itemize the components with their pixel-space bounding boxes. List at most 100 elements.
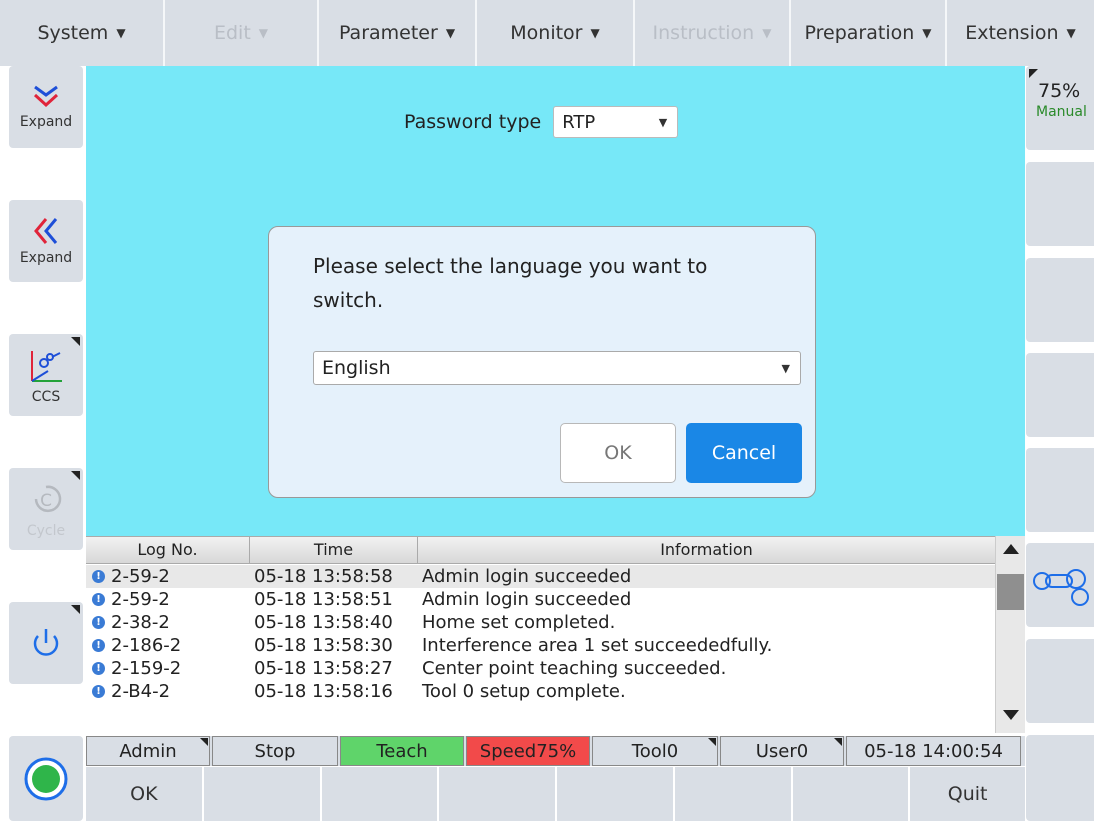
bottom-button-6[interactable] [674, 767, 791, 821]
status-mode: Teach [340, 736, 464, 766]
status-speed-text: Speed75% [479, 740, 577, 762]
info-icon: ! [92, 593, 105, 606]
bottom-button-bar: OK Quit [86, 767, 1025, 821]
log-row[interactable]: ! 2-186-2 05-18 13:58:30 Interference are… [86, 634, 995, 657]
log-header: Log No. Time Information [86, 536, 995, 564]
scroll-up-icon[interactable] [1003, 544, 1019, 554]
cycle-icon: C [34, 485, 62, 513]
log-info: Home set completed. [422, 612, 616, 633]
menu-parameter-label: Parameter [338, 22, 438, 44]
log-row[interactable]: ! 2-59-2 05-18 13:58:51 Admin login succe… [86, 588, 995, 611]
status-tool-text: Tool0 [631, 740, 679, 762]
bottom-quit-button[interactable]: Quit [910, 767, 1025, 821]
status-user[interactable]: Admin [86, 736, 210, 766]
info-icon: ! [92, 662, 105, 675]
chevron-down-icon: ▼ [781, 361, 790, 375]
menu-monitor[interactable]: Monitor ▼ [477, 0, 635, 66]
menu-parameter[interactable]: Parameter ▼ [319, 0, 477, 66]
status-user-frame[interactable]: User0 [720, 736, 844, 766]
right-button-3[interactable] [1026, 258, 1094, 342]
corner-marker-icon [71, 605, 80, 614]
dialog-message: Please select the language you want to s… [313, 254, 708, 312]
right-button-7[interactable] [1026, 639, 1094, 723]
log-row[interactable]: ! 2-159-2 05-18 13:58:27 Center point tea… [86, 657, 995, 680]
menu-instruction[interactable]: Instruction ▼ [635, 0, 791, 66]
status-speed: Speed75% [466, 736, 590, 766]
log-row[interactable]: ! 2-B4-2 05-18 13:58:16 Tool 0 setup comp… [86, 680, 995, 703]
menu-preparation[interactable]: Preparation ▼ [791, 0, 947, 66]
log-info: Admin login succeeded [422, 566, 632, 587]
status-mode-text: Teach [376, 740, 428, 762]
log-rows: ! 2-59-2 05-18 13:58:58 Admin login succe… [86, 565, 995, 733]
expand-left-label: Expand [19, 250, 73, 266]
log-no: 2-59-2 [111, 566, 170, 587]
expand-down-button[interactable]: Expand [9, 66, 83, 148]
log-no: 2-B4-2 [111, 681, 171, 702]
chevron-down-icon: ▼ [1066, 26, 1076, 40]
status-state-text: Stop [254, 740, 296, 762]
status-bar: Admin Stop Teach Speed75% Tool0 User0 05… [86, 736, 1025, 766]
status-user-frame-text: User0 [755, 740, 809, 762]
log-scrollbar[interactable] [995, 536, 1025, 733]
status-tool[interactable]: Tool0 [592, 736, 718, 766]
bottom-button-2[interactable] [203, 767, 320, 821]
robot-view-button[interactable] [1026, 543, 1094, 627]
bottom-ok-button[interactable]: OK [86, 767, 202, 821]
menu-edit[interactable]: Edit ▼ [165, 0, 319, 66]
cycle-button[interactable]: C Cycle [9, 468, 83, 550]
bottom-button-4[interactable] [439, 767, 555, 821]
language-select-value: English [322, 357, 391, 379]
expand-left-button[interactable]: Expand [9, 200, 83, 282]
right-sidebar: 75% Manual [1025, 66, 1094, 821]
info-icon: ! [92, 570, 105, 583]
log-header-time[interactable]: Time [250, 537, 418, 563]
log-info: Tool 0 setup complete. [422, 681, 626, 702]
speed-mode-button[interactable]: 75% Manual [1026, 66, 1094, 150]
right-button-8[interactable] [1026, 735, 1094, 821]
status-state: Stop [212, 736, 338, 766]
right-button-5[interactable] [1026, 448, 1094, 532]
menu-edit-label: Edit [213, 22, 251, 44]
log-row[interactable]: ! 2-59-2 05-18 13:58:58 Admin login succe… [86, 565, 995, 588]
chevron-down-icon: ▼ [658, 115, 668, 129]
log-info: Interference area 1 set succeededfully. [422, 635, 773, 656]
corner-marker-icon [708, 738, 716, 746]
info-icon: ! [92, 616, 105, 629]
power-button[interactable] [9, 602, 83, 684]
log-header-no[interactable]: Log No. [86, 537, 250, 563]
log-no: 2-159-2 [111, 658, 182, 679]
double-chevron-down-icon [33, 85, 59, 108]
menu-monitor-label: Monitor [510, 22, 583, 44]
right-button-4[interactable] [1026, 353, 1094, 437]
language-select[interactable]: English ▼ [313, 351, 801, 385]
scroll-down-icon[interactable] [1003, 710, 1019, 720]
log-no: 2-59-2 [111, 589, 170, 610]
log-no: 2-38-2 [111, 612, 170, 633]
cycle-label: Cycle [26, 523, 66, 539]
password-type-row: Password type RTP ▼ [404, 106, 679, 138]
right-button-2[interactable] [1026, 162, 1094, 246]
log-row[interactable]: ! 2-38-2 05-18 13:58:40 Home set complete… [86, 611, 995, 634]
corner-marker-icon [834, 738, 842, 746]
password-type-select[interactable]: RTP ▼ [553, 106, 679, 138]
menu-system-label: System [37, 22, 109, 44]
scroll-thumb[interactable] [997, 574, 1024, 610]
chevron-down-icon: ▼ [445, 26, 456, 40]
corner-marker-icon [71, 471, 80, 480]
dialog-cancel-button[interactable]: Cancel [686, 423, 802, 483]
menu-extension[interactable]: Extension ▼ [947, 0, 1094, 66]
chevron-down-icon: ▼ [922, 26, 932, 40]
ccs-button[interactable]: CCS [9, 334, 83, 416]
bottom-button-5[interactable] [557, 767, 673, 821]
password-type-label: Password type [404, 111, 542, 133]
corner-marker-icon [71, 337, 80, 346]
speed-percent: 75% [1038, 80, 1081, 102]
log-header-info[interactable]: Information [418, 537, 995, 563]
bottom-button-3[interactable] [321, 767, 438, 821]
servo-status-button[interactable] [9, 736, 83, 821]
dialog-ok-button[interactable]: OK [560, 423, 676, 483]
menu-bar: System ▼ Edit ▼ Parameter ▼ Monitor ▼ Instru… [0, 0, 1094, 66]
ccs-label: CCS [31, 389, 61, 405]
bottom-button-7[interactable] [792, 767, 909, 821]
menu-system[interactable]: System ▼ [0, 0, 165, 66]
